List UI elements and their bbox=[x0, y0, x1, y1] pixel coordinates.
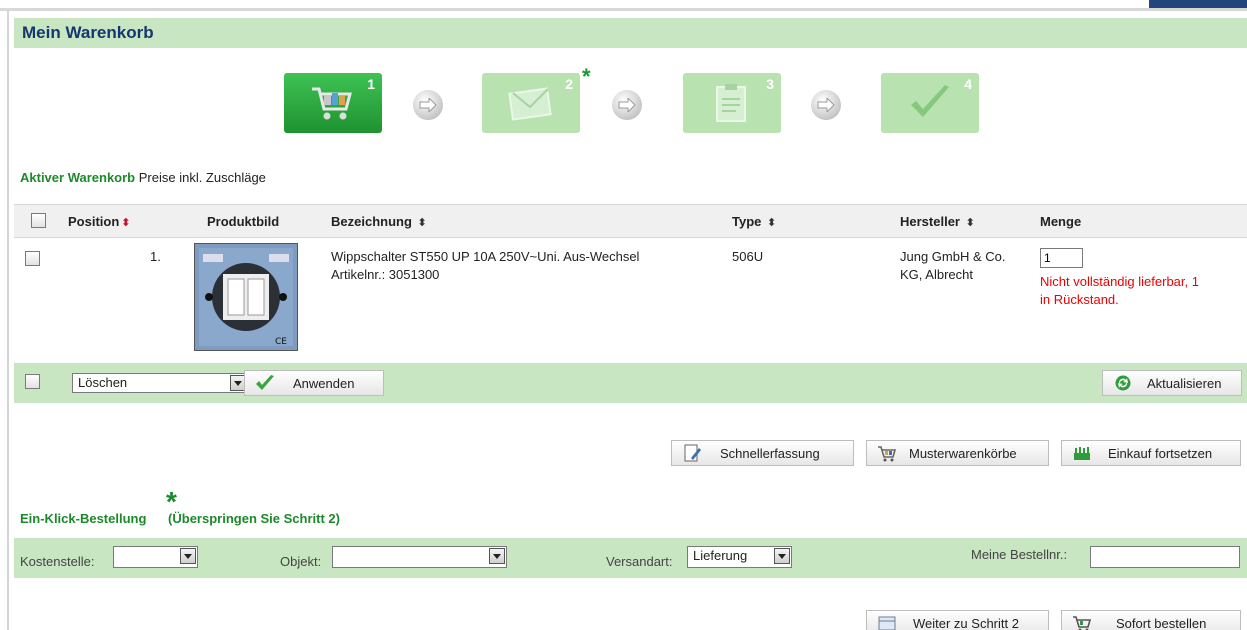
chevron-down-icon[interactable] bbox=[774, 548, 790, 564]
chevron-down-icon[interactable] bbox=[489, 548, 505, 564]
column-header-position[interactable]: Position ⬍ bbox=[68, 214, 131, 229]
bulk-action-bar: Löschen Anwenden Aktualisieren bbox=[14, 363, 1247, 403]
shop-icon bbox=[1074, 447, 1090, 460]
document-edit-icon bbox=[684, 444, 701, 462]
column-header-type[interactable]: Type ⬍ bbox=[732, 214, 776, 229]
next-step-button-label: Weiter zu Schritt 2 bbox=[913, 616, 1019, 630]
sort-icon[interactable]: ⬍ bbox=[966, 217, 975, 229]
title-bar: Mein Warenkorb bbox=[14, 18, 1247, 48]
availability-warning-line2: in Rückstand. bbox=[1040, 292, 1119, 307]
column-header-label: Hersteller bbox=[900, 214, 960, 229]
column-header-label: Bezeichnung bbox=[331, 214, 412, 229]
sample-carts-button-label: Musterwarenkörbe bbox=[909, 446, 1017, 461]
chevron-down-icon[interactable] bbox=[180, 548, 196, 564]
shipping-label: Versandart: bbox=[606, 554, 673, 569]
one-click-label: Ein-Klick-Bestellung bbox=[20, 511, 147, 526]
page-title: Mein Warenkorb bbox=[22, 23, 154, 42]
column-header-name[interactable]: Bezeichnung ⬍ bbox=[331, 214, 427, 229]
step-arrow-icon bbox=[612, 90, 642, 120]
object-select[interactable] bbox=[332, 546, 507, 568]
refresh-button[interactable]: Aktualisieren bbox=[1102, 370, 1242, 396]
calendar-icon bbox=[878, 616, 896, 630]
shopping-cart-icon bbox=[312, 87, 352, 120]
one-click-order-bar: Kostenstelle: Objekt: Versandart: Liefer… bbox=[14, 538, 1247, 578]
table-header: Position ⬍ Produktbild Bezeichnung ⬍ Type… bbox=[14, 204, 1247, 238]
step-number: 2 bbox=[565, 76, 573, 92]
apply-button[interactable]: Anwenden bbox=[244, 370, 384, 396]
quantity-input[interactable] bbox=[1040, 248, 1083, 268]
column-header-label: Position bbox=[68, 214, 120, 229]
one-click-skip-note: (Überspringen Sie Schritt 2) bbox=[168, 511, 340, 526]
switch-product-image: CE bbox=[195, 244, 297, 350]
product-name[interactable]: Wippschalter ST550 UP 10A 250V~Uni. Aus-… bbox=[331, 248, 639, 266]
step-number: 3 bbox=[766, 76, 774, 92]
step-arrow-icon bbox=[811, 90, 841, 120]
bulk-action-value: Löschen bbox=[78, 375, 128, 390]
step-2-address[interactable]: 2 bbox=[482, 73, 580, 133]
order-number-input[interactable] bbox=[1090, 546, 1240, 568]
object-label: Objekt: bbox=[280, 554, 322, 569]
refresh-button-label: Aktualisieren bbox=[1147, 376, 1222, 391]
step-2-star-marker: * bbox=[582, 64, 591, 89]
next-step-button[interactable]: Weiter zu Schritt 2 bbox=[866, 610, 1049, 630]
cart-template-icon bbox=[878, 446, 897, 462]
apply-button-label: Anwenden bbox=[293, 376, 355, 391]
order-now-button[interactable]: Sofort bestellen bbox=[1061, 610, 1241, 630]
step-number: 4 bbox=[964, 76, 972, 92]
step-arrow-icon bbox=[413, 90, 443, 120]
document-icon bbox=[716, 84, 746, 122]
row-checkbox[interactable] bbox=[25, 251, 40, 266]
row-position: 1. bbox=[150, 249, 161, 264]
cost-center-label: Kostenstelle: bbox=[20, 554, 95, 569]
bulk-action-select[interactable]: Löschen bbox=[72, 373, 248, 393]
active-cart-label: Aktiver Warenkorb bbox=[20, 170, 136, 185]
bulk-select-checkbox[interactable] bbox=[25, 374, 40, 389]
cost-center-select[interactable] bbox=[113, 546, 198, 568]
left-border bbox=[7, 11, 9, 630]
shipping-value: Lieferung bbox=[693, 548, 748, 563]
availability-warning: Nicht vollständig lieferbar, 1 in Rückst… bbox=[1040, 273, 1240, 309]
continue-shopping-button[interactable]: Einkauf fortsetzen bbox=[1061, 440, 1241, 466]
product-article-number: Artikelnr.: 3051300 bbox=[331, 267, 440, 282]
checkmark-icon bbox=[911, 85, 949, 117]
top-divider bbox=[0, 8, 1247, 11]
shipping-select[interactable]: Lieferung bbox=[687, 546, 792, 568]
step-4-confirm[interactable]: 4 bbox=[881, 73, 979, 133]
continue-shopping-button-label: Einkauf fortsetzen bbox=[1108, 446, 1213, 461]
checkmark-icon bbox=[256, 375, 274, 390]
column-header-label: Type bbox=[732, 214, 762, 229]
product-type: 506U bbox=[732, 249, 764, 264]
sort-icon[interactable]: ⬍ bbox=[121, 217, 130, 229]
order-now-button-label: Sofort bestellen bbox=[1116, 616, 1207, 630]
order-number-label: Meine Bestellnr.: bbox=[971, 547, 1068, 562]
product-manufacturer: Jung GmbH & Co. bbox=[900, 249, 1006, 264]
refresh-icon bbox=[1115, 375, 1131, 391]
svg-text:CE: CE bbox=[275, 337, 287, 347]
step-number: 1 bbox=[367, 76, 375, 92]
column-header-image: Produktbild bbox=[207, 214, 280, 229]
sort-icon[interactable]: ⬍ bbox=[418, 217, 427, 229]
step-1-cart[interactable]: 1 bbox=[284, 73, 382, 133]
step-3-review[interactable]: 3 bbox=[683, 73, 781, 133]
quick-entry-button[interactable]: Schnellerfassung bbox=[671, 440, 854, 466]
cart-info: Aktiver Warenkorb Preise inkl. Zuschläge bbox=[20, 170, 266, 185]
one-click-heading: Ein-Klick-Bestellung (Überspringen Sie S… bbox=[20, 511, 340, 526]
column-header-quantity: Menge bbox=[1040, 214, 1082, 229]
sort-icon[interactable]: ⬍ bbox=[767, 217, 776, 229]
column-header-manufacturer[interactable]: Hersteller ⬍ bbox=[900, 214, 975, 229]
product-manufacturer-line2: KG, Albrecht bbox=[900, 267, 973, 282]
cart-order-icon bbox=[1073, 616, 1092, 630]
product-image[interactable]: CE bbox=[194, 243, 298, 351]
price-note: Preise inkl. Zuschläge bbox=[138, 170, 266, 185]
select-all-checkbox[interactable] bbox=[31, 213, 46, 228]
quick-entry-button-label: Schnellerfassung bbox=[720, 446, 820, 461]
sample-carts-button[interactable]: Musterwarenkörbe bbox=[866, 440, 1049, 466]
availability-warning-line1: Nicht vollständig lieferbar, 1 bbox=[1040, 274, 1199, 289]
envelope-icon bbox=[508, 87, 552, 121]
header-corner-tab bbox=[1149, 0, 1247, 8]
